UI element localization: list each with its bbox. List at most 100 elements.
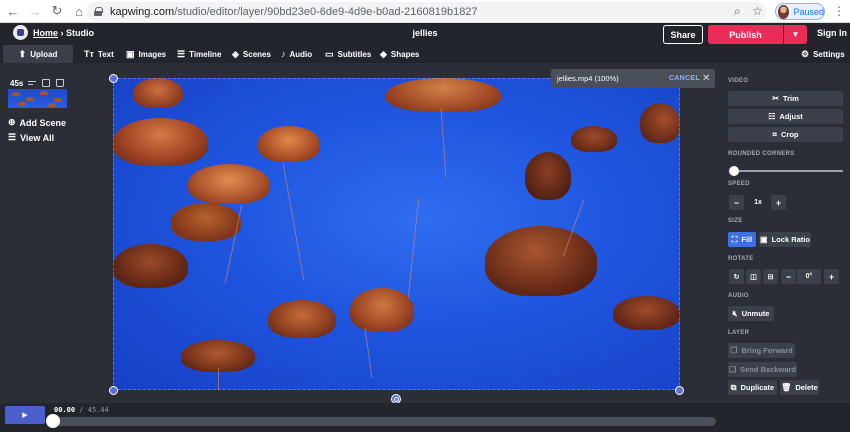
- rounded-corners-slider[interactable]: [733, 170, 843, 172]
- publish-dropdown-chevron-icon[interactable]: ▼: [784, 25, 807, 44]
- jellyfish: [258, 126, 320, 162]
- section-audio: AUDIO: [728, 293, 749, 299]
- subtitles-icon: ▭: [325, 48, 334, 59]
- url-text: kapwing.com/studio/editor/layer/90bd23e0…: [110, 5, 478, 18]
- send-backward-icon: ❏: [728, 365, 737, 374]
- profile-button[interactable]: Paused: [775, 3, 825, 20]
- section-rotate: ROTATE: [728, 256, 754, 262]
- back-arrow-icon[interactable]: ←: [4, 2, 22, 20]
- breadcrumb-separator: ›: [60, 28, 64, 38]
- forward-arrow-icon[interactable]: →: [26, 2, 44, 20]
- share-button[interactable]: Share: [663, 25, 703, 44]
- copy-icon[interactable]: [42, 79, 50, 87]
- add-scene-button[interactable]: ⊕ Add Scene: [8, 117, 66, 128]
- fill-button[interactable]: ⛶ Fill: [728, 232, 756, 247]
- rotate-icon[interactable]: ↻: [729, 269, 744, 284]
- upload-filename: jellies.mp4 (100%): [557, 74, 619, 83]
- jellyfish: [133, 78, 183, 108]
- scissors-icon: ✂: [772, 94, 779, 103]
- speed-decrease-button[interactable]: −: [729, 195, 744, 210]
- delete-button[interactable]: 🗑︎ Delete: [780, 380, 819, 395]
- total-time: 45.44: [87, 406, 109, 414]
- breadcrumb-home[interactable]: Home: [33, 28, 58, 38]
- upload-toast: jellies.mp4 (100%) CANCEL ✕: [551, 69, 715, 88]
- tool-audio[interactable]: ♪ Audio: [281, 45, 312, 63]
- lock-ratio-button[interactable]: ▣ Lock Ratio: [759, 232, 811, 247]
- trash-icon: 🗑︎: [781, 383, 792, 392]
- tool-scenes[interactable]: ◈ Scenes: [232, 45, 271, 63]
- speed-increase-button[interactable]: +: [771, 195, 786, 210]
- tool-images[interactable]: ▣ Images: [126, 45, 166, 63]
- kapwing-logo-icon[interactable]: [13, 25, 28, 40]
- flip-vertical-icon[interactable]: ⊟: [763, 269, 778, 284]
- time-separator: /: [79, 406, 84, 414]
- address-bar[interactable]: kapwing.com/studio/editor/layer/90bd23e0…: [86, 2, 766, 21]
- gear-icon: ⚙: [801, 48, 810, 59]
- trim-button[interactable]: ✂ Trim: [728, 91, 843, 106]
- breadcrumb-current[interactable]: Studio: [66, 28, 94, 38]
- play-button[interactable]: ▶: [5, 406, 45, 424]
- jellyfish: [113, 118, 208, 166]
- rotate-decrease-button[interactable]: −: [781, 269, 796, 284]
- bookmark-star-icon[interactable]: ☆: [752, 4, 763, 18]
- speed-value: 1x: [754, 199, 762, 206]
- crop-button[interactable]: ⌗ Crop: [728, 127, 843, 142]
- rotate-value[interactable]: 0°: [797, 269, 821, 284]
- text-icon: Tт: [84, 49, 94, 59]
- publish-button[interactable]: Publish: [708, 25, 783, 44]
- duplicate-button[interactable]: ⧉ Duplicate: [728, 380, 777, 395]
- plus-circle-icon: ⊕: [8, 117, 16, 127]
- close-icon[interactable]: ✕: [702, 73, 710, 84]
- list-icon: ☰: [8, 132, 17, 142]
- profile-status: Paused: [793, 6, 824, 17]
- reload-icon[interactable]: ↻: [48, 2, 66, 20]
- settings-button[interactable]: ⚙ Settings: [801, 45, 845, 63]
- view-all-button[interactable]: ☰ View All: [8, 132, 54, 143]
- section-speed: SPEED: [728, 181, 750, 187]
- images-icon: ▣: [126, 48, 135, 59]
- timeline-scrubber[interactable]: [52, 417, 716, 426]
- mute-speaker-icon: 🔇︎: [732, 308, 738, 318]
- expand-icon: ⛶: [731, 234, 738, 244]
- jellyfish: [485, 226, 597, 296]
- scrubber-knob[interactable]: [46, 414, 60, 428]
- copy-icon: ⧉: [730, 382, 737, 392]
- trash-icon[interactable]: [56, 79, 64, 87]
- scene-duration: 45s: [10, 79, 24, 88]
- scenes-icon: ◈: [232, 48, 239, 59]
- jellyfish: [113, 244, 188, 288]
- resize-handle-bottom-left[interactable]: [109, 386, 118, 395]
- adjust-button[interactable]: ☷ Adjust: [728, 109, 843, 124]
- scene-thumbnail[interactable]: [8, 89, 67, 108]
- jellyfish: [525, 152, 571, 200]
- scene-timing-icon[interactable]: [28, 79, 36, 87]
- tool-timeline[interactable]: ☰ Timeline: [177, 45, 221, 63]
- resize-handle-top-left[interactable]: [109, 74, 118, 83]
- tool-upload[interactable]: ⬆ Upload: [3, 45, 73, 63]
- unmute-button[interactable]: 🔇︎ Unmute: [728, 306, 774, 321]
- zoom-icon[interactable]: ⌕: [734, 4, 741, 19]
- jellyfish: [171, 203, 241, 241]
- rounded-corners-slider-knob[interactable]: [729, 166, 739, 176]
- breadcrumb: Home › Studio: [33, 28, 94, 38]
- bring-forward-button[interactable]: ❐ Bring Forward: [728, 343, 795, 358]
- browser-menu-icon[interactable]: ⋮: [833, 4, 845, 18]
- cancel-upload-button[interactable]: CANCEL: [669, 75, 700, 82]
- avatar: [778, 4, 790, 19]
- upload-icon: ⬆: [18, 48, 27, 59]
- tool-subtitles[interactable]: ▭ Subtitles: [325, 45, 371, 63]
- video-layer[interactable]: [113, 78, 680, 390]
- resize-handle-bottom-right[interactable]: [675, 386, 684, 395]
- sign-in-link[interactable]: Sign In: [817, 28, 847, 38]
- jellyfish: [613, 296, 680, 330]
- section-layer: LAYER: [728, 330, 750, 336]
- project-title[interactable]: jellies: [400, 28, 450, 38]
- tool-text[interactable]: Tт Text: [84, 45, 114, 63]
- tool-shapes[interactable]: ◆ Shapes: [380, 45, 419, 63]
- jellyfish: [640, 103, 680, 143]
- flip-horizontal-icon[interactable]: ◫: [746, 269, 761, 284]
- jellyfish: [268, 300, 336, 338]
- rotate-increase-button[interactable]: +: [824, 269, 839, 284]
- play-icon: ▶: [22, 412, 28, 419]
- send-backward-button[interactable]: ❏ Send Backward: [728, 362, 797, 377]
